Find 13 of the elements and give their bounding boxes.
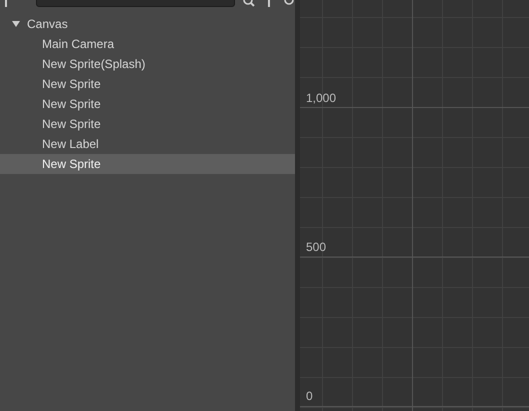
tree-item[interactable]: New Sprite — [0, 94, 295, 114]
tree-item[interactable]: New Sprite — [0, 154, 295, 174]
axis-label: 0 — [306, 389, 314, 404]
tree-item[interactable]: New Label — [0, 134, 295, 154]
tree-item[interactable]: Canvas — [0, 14, 295, 34]
tree-item[interactable]: New Sprite — [0, 114, 295, 134]
tree-item[interactable]: New Sprite(Splash) — [0, 54, 295, 74]
tree-item[interactable]: New Sprite — [0, 74, 295, 94]
tree-item[interactable]: Main Camera — [0, 34, 295, 54]
axis-label: 1,000 — [306, 91, 338, 106]
scene-grid[interactable]: 1,000 500 0 — [295, 0, 529, 411]
axis-label: 500 — [306, 240, 328, 255]
caret-icon[interactable] — [12, 21, 20, 27]
